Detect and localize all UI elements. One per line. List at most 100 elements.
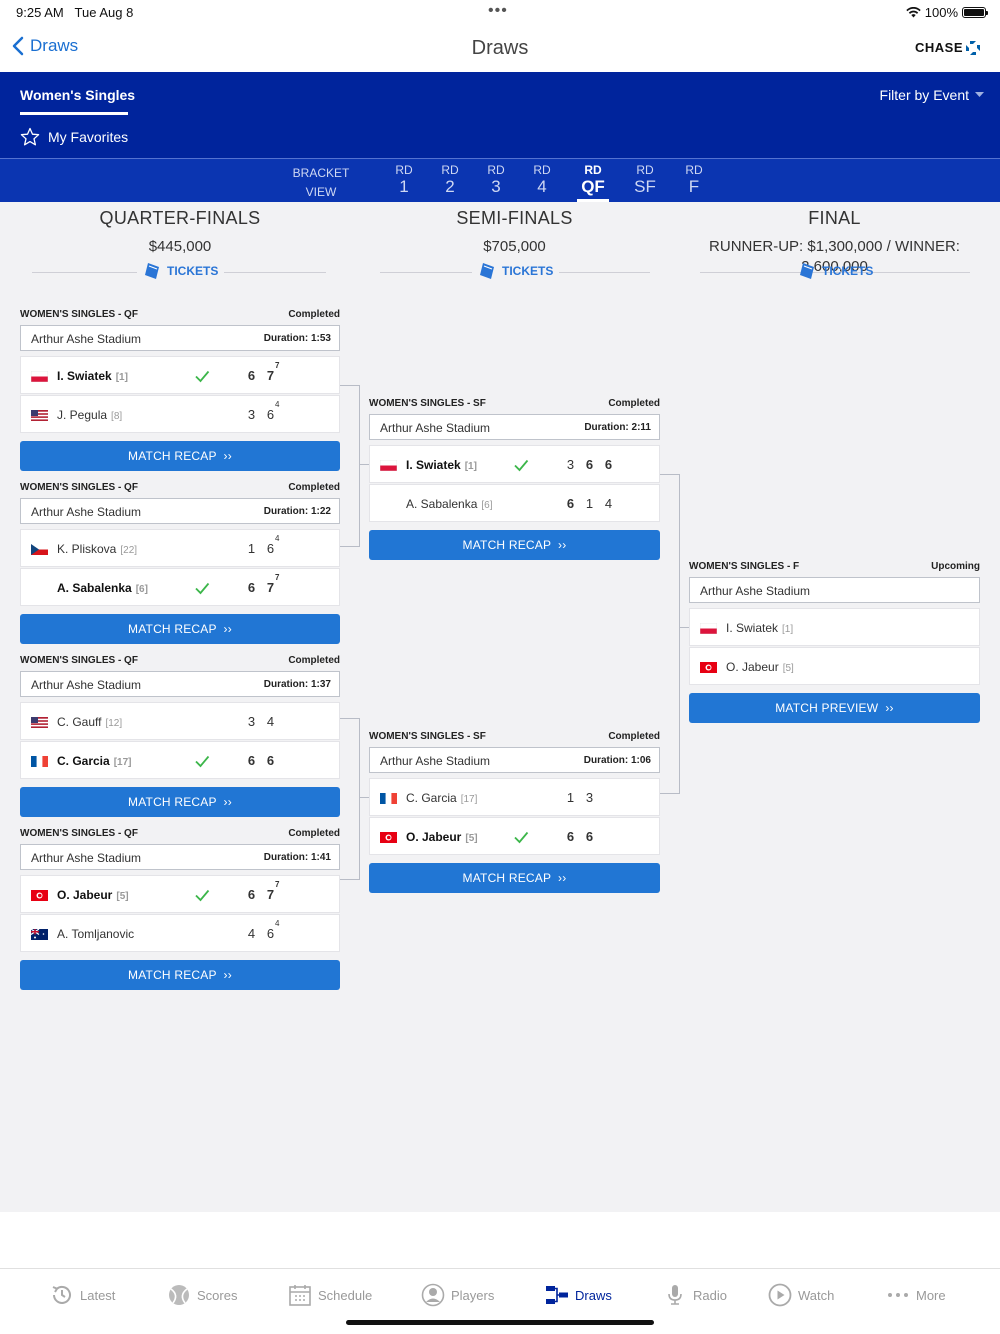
player-seed: [1]	[782, 624, 794, 635]
player-row[interactable]: A. Sabalenka [6] 677	[20, 568, 340, 606]
player-row[interactable]: A. Tomljanovic 464	[20, 914, 340, 952]
match-recap-button[interactable]: MATCH RECAP ››	[20, 614, 340, 644]
chase-octagon-icon	[966, 40, 980, 55]
flag-tunisia-icon	[31, 890, 48, 901]
match-duration: Duration: 1:53	[263, 333, 331, 344]
player-row[interactable]: I. Swiatek [1]	[689, 608, 980, 646]
tab-draws[interactable]: Draws	[545, 1283, 612, 1307]
round-tab-qf[interactable]: RD QF	[577, 163, 609, 202]
flag-tunisia-icon	[700, 662, 717, 673]
match-status: Completed	[608, 398, 660, 409]
match-card-qf1: WOMEN'S SINGLES - QF Completed Arthur Ash…	[20, 309, 340, 471]
match-venue: Arthur Ashe Stadium Duration: 1:37	[20, 671, 340, 697]
tickets-link-sf[interactable]: TICKETS	[472, 262, 560, 280]
event-tab-womens-singles[interactable]: Women's Singles	[20, 87, 135, 103]
set-scores: 66	[566, 829, 594, 844]
double-chevron-right-icon: ››	[220, 622, 232, 636]
player-row[interactable]: O. Jabeur [5] 66	[369, 817, 660, 855]
round-number: 2	[445, 177, 455, 196]
round-tab-1[interactable]: RD 1	[394, 163, 414, 197]
match-venue: Arthur Ashe Stadium Duration: 1:53	[20, 325, 340, 351]
my-favorites-button[interactable]: My Favorites	[20, 127, 128, 147]
battery-icon	[962, 7, 988, 18]
match-recap-button[interactable]: MATCH RECAP ››	[20, 960, 340, 990]
match-card-qf2: WOMEN'S SINGLES - QF Completed Arthur Ash…	[20, 482, 340, 644]
player-seed: [5]	[116, 891, 129, 902]
player-row[interactable]: I. Swiatek [1] 677	[20, 356, 340, 394]
tab-players[interactable]: Players	[421, 1283, 494, 1307]
player-row[interactable]: K. Pliskova [22] 164	[20, 529, 340, 567]
tickets-label: TICKETS	[167, 264, 219, 278]
match-venue: Arthur Ashe Stadium	[689, 577, 980, 603]
round-number: F	[688, 177, 700, 196]
player-seed: [22]	[120, 545, 138, 556]
filter-by-event-dropdown[interactable]: Filter by Event	[880, 87, 984, 103]
winner-check-icon	[514, 831, 529, 844]
match-status: Upcoming	[931, 561, 980, 572]
multitask-dots-icon[interactable]: •••	[488, 2, 508, 20]
player-row[interactable]: A. Sabalenka [6] 614	[369, 484, 660, 522]
match-recap-button[interactable]: MATCH RECAP ››	[20, 441, 340, 471]
player-row[interactable]: C. Gauff [12] 34	[20, 702, 340, 740]
tickets-label: TICKETS	[502, 264, 554, 278]
match-card-qf4: WOMEN'S SINGLES - QF Completed Arthur Ash…	[20, 828, 340, 990]
tiebreak-score: 4	[275, 919, 280, 928]
player-row[interactable]: O. Jabeur [5]	[689, 647, 980, 685]
double-chevron-right-icon: ››	[220, 449, 232, 463]
match-status: Completed	[288, 655, 340, 666]
tab-schedule[interactable]: Schedule	[288, 1283, 372, 1307]
bracket-view-button[interactable]: BRACKET VIEW	[286, 164, 356, 202]
venue-name: Arthur Ashe Stadium	[380, 754, 491, 768]
player-row[interactable]: C. Garcia [17] 13	[369, 778, 660, 816]
match-recap-button[interactable]: MATCH RECAP ››	[369, 530, 660, 560]
tickets-link-qf[interactable]: TICKETS	[137, 262, 225, 280]
player-name: C. Gauff [12]	[57, 715, 123, 729]
match-round: WOMEN'S SINGLES - SF	[369, 731, 486, 742]
event-header: Women's Singles My Favorites Filter by E…	[0, 72, 1000, 158]
match-recap-button[interactable]: MATCH RECAP ››	[369, 863, 660, 893]
player-name: I. Swiatek [1]	[57, 369, 128, 383]
set-scores: 677	[247, 573, 280, 595]
match-venue: Arthur Ashe Stadium Duration: 1:22	[20, 498, 340, 524]
prize-money: $445,000	[148, 238, 212, 255]
draws-icon	[546, 1286, 568, 1304]
tab-latest[interactable]: Latest	[50, 1283, 115, 1307]
player-row[interactable]: I. Swiatek [1] 366	[369, 445, 660, 483]
match-recap-button[interactable]: MATCH RECAP ››	[20, 787, 340, 817]
player-row[interactable]: J. Pegula [8] 364	[20, 395, 340, 433]
round-tab-sf[interactable]: RD SF	[633, 163, 657, 197]
round-number: SF	[634, 177, 656, 196]
player-name: O. Jabeur [5]	[406, 830, 478, 844]
venue-name: Arthur Ashe Stadium	[700, 584, 811, 598]
match-duration: Duration: 1:37	[263, 679, 331, 690]
event-tab-underline	[20, 112, 128, 115]
round-tab-f[interactable]: RD F	[684, 163, 704, 197]
tickets-link-final[interactable]: TICKETS	[792, 262, 879, 280]
flag-poland-icon	[31, 371, 48, 382]
tab-scores[interactable]: Scores	[167, 1283, 237, 1307]
player-row[interactable]: O. Jabeur [5] 677	[20, 875, 340, 913]
round-tab-4[interactable]: RD 4	[532, 163, 552, 197]
match-round: WOMEN'S SINGLES - QF	[20, 655, 138, 666]
player-name: A. Sabalenka [6]	[57, 581, 148, 595]
match-round: WOMEN'S SINGLES - F	[689, 561, 800, 572]
tab-more[interactable]: More	[886, 1283, 946, 1307]
tab-watch[interactable]: Watch	[768, 1283, 834, 1307]
match-card-final: WOMEN'S SINGLES - F Upcoming Arthur Ashe …	[689, 561, 980, 723]
round-tab-2[interactable]: RD 2	[440, 163, 460, 197]
bracket-connector	[360, 464, 369, 465]
player-row[interactable]: C. Garcia [17] 66	[20, 741, 340, 779]
latest-icon	[52, 1285, 71, 1304]
player-name: A. Tomljanovic	[57, 927, 135, 941]
button-label: MATCH RECAP	[128, 795, 217, 809]
filter-label: Filter by Event	[879, 87, 969, 103]
venue-name: Arthur Ashe Stadium	[31, 851, 142, 865]
round-tab-3[interactable]: RD 3	[486, 163, 506, 197]
home-indicator[interactable]	[346, 1320, 654, 1325]
flag-france-icon	[31, 756, 48, 767]
tab-radio[interactable]: Radio	[663, 1283, 727, 1307]
match-card-sf2: WOMEN'S SINGLES - SF Completed Arthur Ash…	[369, 731, 660, 893]
match-header: WOMEN'S SINGLES - QF Completed	[20, 482, 340, 496]
match-duration: Duration: 1:22	[263, 506, 331, 517]
match-preview-button[interactable]: MATCH PREVIEW ››	[689, 693, 980, 723]
